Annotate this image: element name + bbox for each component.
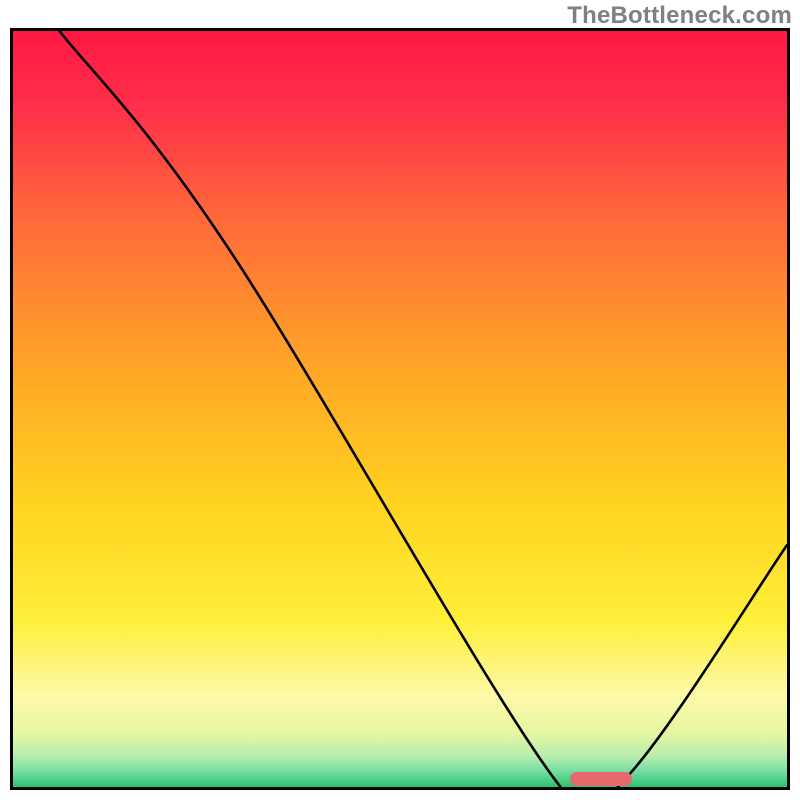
bottleneck-curve <box>13 31 787 787</box>
watermark-label: TheBottleneck.com <box>567 2 792 30</box>
plot-area <box>10 28 790 790</box>
figure-canvas: TheBottleneck.com <box>0 0 800 800</box>
optimal-range-marker <box>570 772 632 786</box>
